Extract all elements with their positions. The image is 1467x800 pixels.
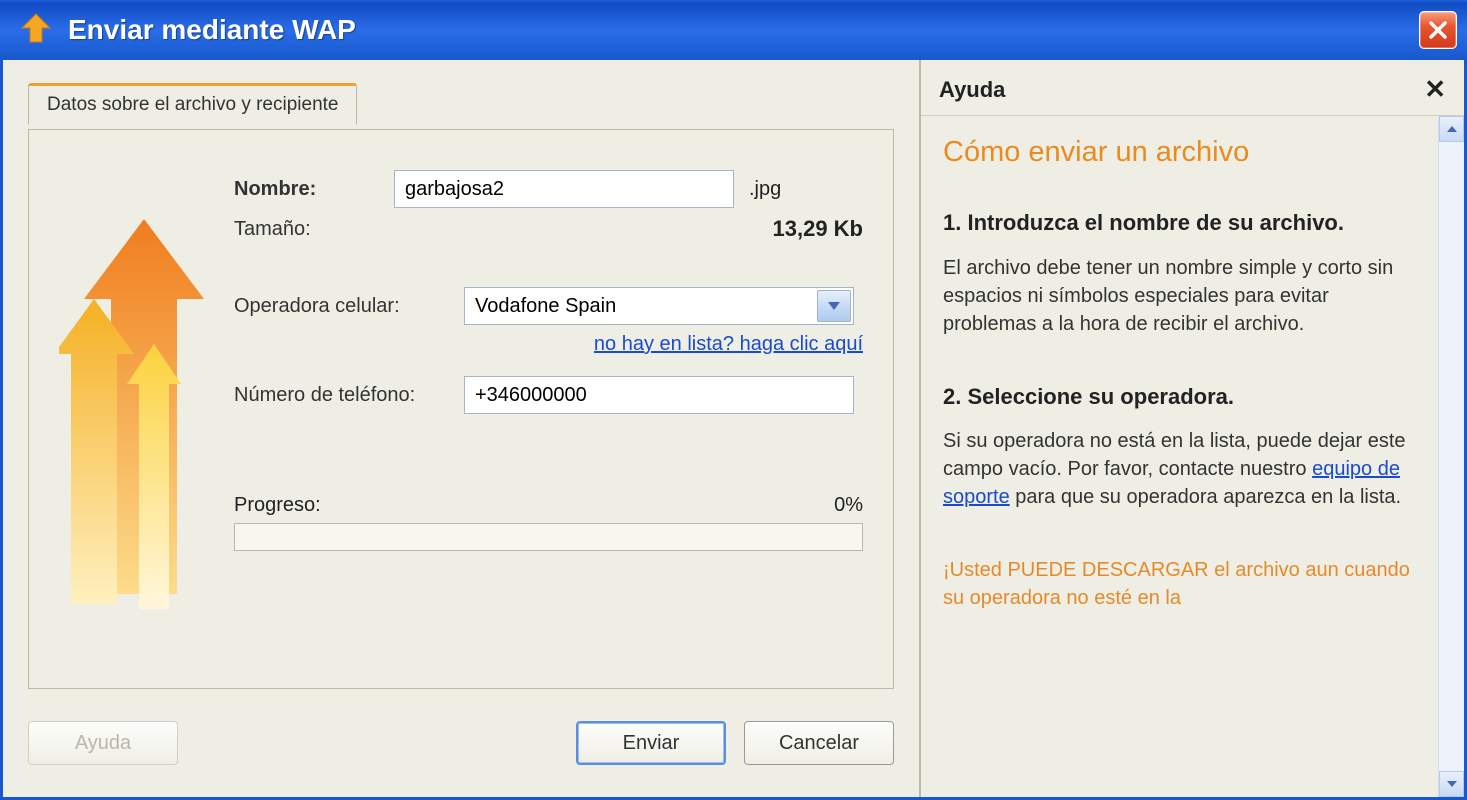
phone-label: Número de teléfono: [234,384,464,407]
scroll-down-button[interactable] [1439,771,1464,797]
tab-file-recipient[interactable]: Datos sobre el archivo y recipiente [28,83,357,125]
window-close-button[interactable] [1419,11,1457,49]
help-panel: Ayuda ✕ Cómo enviar un archivo 1. Introd… [919,60,1464,797]
progress-bar [234,523,863,551]
send-button[interactable]: Enviar [576,721,726,765]
help-step1-title: 1. Introduzca el nombre de su archivo. [943,209,1418,238]
operator-dropdown-button[interactable] [817,290,851,322]
size-label: Tamaño: [234,218,311,241]
help-panel-title: Ayuda [939,77,1424,103]
help-close-button[interactable]: ✕ [1424,74,1446,105]
tab-body: Nombre: .jpg Tamaño: 13,29 Kb Operadora … [28,129,894,689]
size-value: 13,29 Kb [773,216,864,242]
app-icon [18,12,54,48]
titlebar: Enviar mediante WAP [0,0,1467,60]
help-step1-body: El archivo debe tener un nombre simple y… [943,254,1418,338]
content-area: Datos sobre el archivo y recipiente [0,60,1467,800]
chevron-down-icon [1446,780,1458,788]
progress-label: Progreso: [234,494,321,517]
upload-arrows-graphic [59,170,204,658]
chevron-down-icon [827,301,841,311]
main-panel: Datos sobre el archivo y recipiente [3,60,919,797]
help-button: Ayuda [28,721,178,765]
help-step2-body: Si su operadora no está en la lista, pue… [943,427,1418,511]
name-input[interactable] [394,170,734,208]
file-extension: .jpg [749,178,781,201]
close-icon [1428,20,1448,40]
window-title: Enviar mediante WAP [68,14,1419,46]
name-label: Nombre: [234,178,394,201]
operator-select[interactable] [464,287,854,325]
operator-label: Operadora celular: [234,295,464,318]
chevron-up-icon [1446,125,1458,133]
help-heading: Cómo enviar un archivo [943,136,1418,169]
not-listed-link[interactable]: no hay en lista? haga clic aquí [594,333,863,355]
scroll-up-button[interactable] [1439,116,1464,142]
help-note: ¡Usted PUEDE DESCARGAR el archivo aun cu… [943,556,1418,612]
help-step2-title: 2. Seleccione su operadora. [943,383,1418,412]
phone-input[interactable] [464,376,854,414]
help-scrollbar[interactable] [1438,116,1464,797]
progress-value: 0% [834,494,863,517]
scroll-track[interactable] [1439,142,1464,771]
cancel-button[interactable]: Cancelar [744,721,894,765]
